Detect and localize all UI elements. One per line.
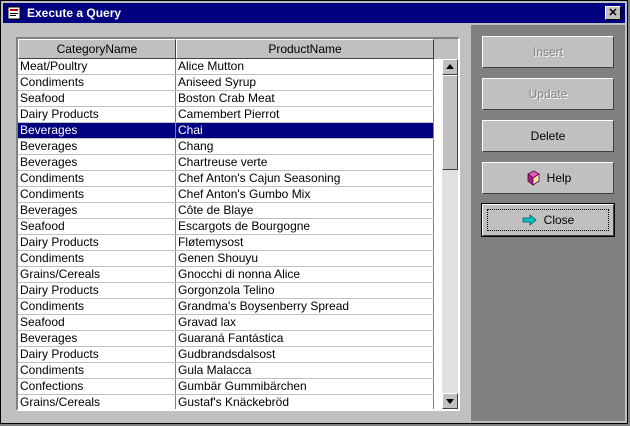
cell-product[interactable]: Chang (176, 139, 434, 154)
table-row[interactable]: Beverages Chang (18, 139, 434, 155)
update-button-label: Update (528, 87, 568, 101)
cell-category[interactable]: Condiments (18, 299, 176, 314)
cell-product[interactable]: Escargots de Bourgogne (176, 219, 434, 234)
cell-product[interactable]: Alice Mutton (176, 59, 434, 74)
cell-category[interactable]: Confections (18, 379, 176, 394)
cell-category[interactable]: Dairy Products (18, 283, 176, 298)
cell-category[interactable]: Condiments (18, 187, 176, 202)
cell-category[interactable]: Beverages (18, 139, 176, 154)
cell-category[interactable]: Seafood (18, 315, 176, 330)
cell-product[interactable]: Gorgonzola Telino (176, 283, 434, 298)
cell-category[interactable]: Condiments (18, 251, 176, 266)
arrow-up-icon (446, 64, 454, 69)
cell-category[interactable]: Beverages (18, 331, 176, 346)
scroll-down-button[interactable] (442, 393, 458, 409)
cell-product[interactable]: Fløtemysost (176, 235, 434, 250)
cell-category[interactable]: Beverages (18, 203, 176, 218)
cell-product[interactable]: Gudbrandsdalsost (176, 347, 434, 362)
cell-product[interactable]: Chef Anton's Gumbo Mix (176, 187, 434, 202)
table-row[interactable]: Seafood Escargots de Bourgogne (18, 219, 434, 235)
cell-product[interactable]: Gravad lax (176, 315, 434, 330)
focus-rectangle (487, 209, 609, 231)
close-button[interactable]: Close (481, 203, 615, 237)
table-row[interactable]: Grains/Cereals Gustaf's Knäckebröd (18, 395, 434, 409)
table-row[interactable]: Seafood Gravad lax (18, 315, 434, 331)
left-panel: CategoryName ProductName Meat/Poultry Ali… (3, 25, 469, 421)
app-icon (7, 6, 21, 20)
cell-product[interactable]: Guaraná Fantástica (176, 331, 434, 346)
insert-button[interactable]: Insert (482, 36, 614, 68)
vertical-scrollbar[interactable] (442, 59, 458, 409)
cell-category[interactable]: Grains/Cereals (18, 267, 176, 282)
insert-button-label: Insert (532, 45, 563, 59)
table-row[interactable]: Dairy Products Gorgonzola Telino (18, 283, 434, 299)
table-row[interactable]: Condiments Chef Anton's Cajun Seasoning (18, 171, 434, 187)
cell-product[interactable]: Chef Anton's Cajun Seasoning (176, 171, 434, 186)
cell-product[interactable]: Chartreuse verte (176, 155, 434, 170)
grid-header: CategoryName ProductName (18, 39, 434, 59)
table-row[interactable]: Seafood Boston Crab Meat (18, 91, 434, 107)
button-panel: Insert Update Delete Help Close (471, 25, 625, 421)
cell-product[interactable]: Camembert Pierrot (176, 107, 434, 122)
cell-category[interactable]: Beverages (18, 155, 176, 170)
delete-button[interactable]: Delete (482, 120, 614, 152)
cell-category[interactable]: Condiments (18, 363, 176, 378)
close-icon: ✕ (608, 7, 618, 19)
grid-body: Meat/Poultry Alice Mutton Condiments Anisee… (18, 59, 434, 409)
cell-category[interactable]: Meat/Poultry (18, 59, 176, 74)
table-row[interactable]: Condiments Chef Anton's Gumbo Mix (18, 187, 434, 203)
cell-product[interactable]: Grandma's Boysenberry Spread (176, 299, 434, 314)
cell-category[interactable]: Dairy Products (18, 107, 176, 122)
cell-category[interactable]: Seafood (18, 91, 176, 106)
window-title: Execute a Query (27, 6, 122, 20)
table-row[interactable]: Beverages Chai (18, 123, 434, 139)
delete-button-label: Delete (530, 129, 566, 143)
query-window: Execute a Query ✕ CategoryName ProductNa… (0, 0, 628, 424)
cell-product[interactable]: Gula Malacca (176, 363, 434, 378)
cell-category[interactable]: Seafood (18, 219, 176, 234)
cell-product[interactable]: Côte de Blaye (176, 203, 434, 218)
update-button[interactable]: Update (482, 78, 614, 110)
cell-category[interactable]: Dairy Products (18, 235, 176, 250)
cell-product[interactable]: Gustaf's Knäckebröd (176, 395, 434, 409)
header-filler (434, 39, 458, 59)
help-button[interactable]: Help (482, 162, 614, 194)
table-row[interactable]: Condiments Aniseed Syrup (18, 75, 434, 91)
arrow-down-icon (446, 399, 454, 404)
scroll-thumb[interactable] (442, 75, 458, 170)
table-row[interactable]: Confections Gumbär Gummibärchen (18, 379, 434, 395)
cell-category[interactable]: Condiments (18, 171, 176, 186)
column-header-category[interactable]: CategoryName (18, 39, 176, 59)
table-row[interactable]: Beverages Guaraná Fantástica (18, 331, 434, 347)
table-row[interactable]: Condiments Gula Malacca (18, 363, 434, 379)
cell-product[interactable]: Boston Crab Meat (176, 91, 434, 106)
table-row[interactable]: Condiments Grandma's Boysenberry Spread (18, 299, 434, 315)
table-row[interactable]: Beverages Chartreuse verte (18, 155, 434, 171)
cell-category[interactable]: Condiments (18, 75, 176, 90)
cell-category[interactable]: Grains/Cereals (18, 395, 176, 409)
table-row[interactable]: Beverages Côte de Blaye (18, 203, 434, 219)
data-grid: CategoryName ProductName Meat/Poultry Ali… (16, 37, 460, 411)
cell-product[interactable]: Genen Shouyu (176, 251, 434, 266)
table-row[interactable]: Condiments Genen Shouyu (18, 251, 434, 267)
cell-product[interactable]: Gumbär Gummibärchen (176, 379, 434, 394)
window-close-button[interactable]: ✕ (605, 6, 621, 20)
cell-product[interactable]: Aniseed Syrup (176, 75, 434, 90)
cell-category[interactable]: Beverages (18, 123, 176, 138)
cell-category[interactable]: Dairy Products (18, 347, 176, 362)
scroll-up-button[interactable] (442, 59, 458, 75)
cell-product[interactable]: Chai (176, 123, 434, 138)
help-button-label: Help (546, 171, 572, 185)
table-row[interactable]: Meat/Poultry Alice Mutton (18, 59, 434, 75)
column-header-product[interactable]: ProductName (176, 39, 434, 59)
cell-product[interactable]: Gnocchi di nonna Alice (176, 267, 434, 282)
table-row[interactable]: Dairy Products Fløtemysost (18, 235, 434, 251)
table-row[interactable]: Dairy Products Camembert Pierrot (18, 107, 434, 123)
table-row[interactable]: Dairy Products Gudbrandsdalsost (18, 347, 434, 363)
help-book-icon (526, 170, 540, 186)
table-row[interactable]: Grains/Cereals Gnocchi di nonna Alice (18, 267, 434, 283)
title-bar[interactable]: Execute a Query ✕ (3, 3, 625, 23)
